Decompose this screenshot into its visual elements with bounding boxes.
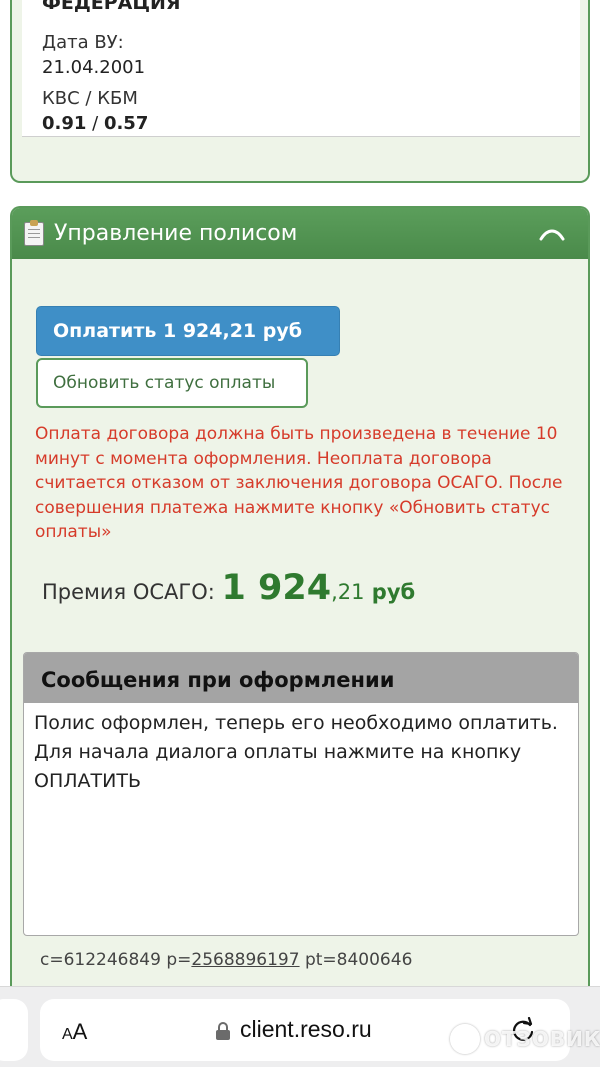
driver-info-card: ФЕДЕРАЦИЯ Дата ВУ: 21.04.2001 КВС / КБМ … xyxy=(10,0,590,183)
pay-button[interactable]: Оплатить 1 924,21 руб xyxy=(36,306,340,356)
country-value: ФЕДЕРАЦИЯ xyxy=(42,0,181,14)
kvs-kbm-value: 0.91 / 0.57 xyxy=(42,113,148,134)
chevron-up-icon[interactable] xyxy=(538,228,566,242)
text-size-button[interactable]: AA xyxy=(62,1019,87,1045)
messages-box: Сообщения при оформлении Полис оформлен,… xyxy=(23,652,579,936)
id-c: c=612246849 xyxy=(40,950,161,970)
message-line: Полис оформлен, теперь его необходимо оп… xyxy=(34,712,558,734)
payment-warning: Оплата договора должна быть произведена … xyxy=(35,424,563,542)
kvs-kbm-label: КВС / КБМ xyxy=(42,88,138,109)
watermark-logo-icon xyxy=(450,1024,480,1054)
url-text[interactable]: client.reso.ru xyxy=(240,1016,372,1043)
previous-tab[interactable] xyxy=(0,999,28,1061)
policy-title: Управление полисом xyxy=(54,221,298,246)
lock-icon xyxy=(216,1022,230,1040)
watermark: ОТЗОВИК xyxy=(450,1022,600,1056)
id-p-label: p= xyxy=(160,950,192,970)
watermark-text: ОТЗОВИК xyxy=(484,1027,600,1051)
policy-header[interactable]: Управление полисом xyxy=(12,208,588,259)
premium-amount-fraction: ,21 xyxy=(331,580,365,604)
page: ФЕДЕРАЦИЯ Дата ВУ: 21.04.2001 КВС / КБМ … xyxy=(0,0,600,1067)
id-pt: pt=8400646 xyxy=(299,950,413,970)
kvs-separator: / xyxy=(86,113,104,134)
messages-body: Полис оформлен, теперь его необходимо оп… xyxy=(24,703,578,802)
premium-osago: Премия ОСАГО: 1 924,21 руб xyxy=(42,568,415,608)
premium-currency: руб xyxy=(364,580,416,604)
kvs-value: 0.91 xyxy=(42,113,87,134)
policy-ids: c=612246849 p=2568896197 pt=8400646 xyxy=(40,950,412,970)
clipboard-icon xyxy=(24,219,44,246)
license-date-label: Дата ВУ: xyxy=(42,32,124,53)
license-date-value: 21.04.2001 xyxy=(42,57,146,78)
messages-title: Сообщения при оформлении xyxy=(24,653,578,703)
id-p-link[interactable]: 2568896197 xyxy=(191,950,299,970)
refresh-payment-status-button[interactable]: Обновить статус оплаты xyxy=(36,358,308,408)
premium-amount-integer: 1 924 xyxy=(221,568,332,608)
message-line: Для начала диалога оплаты нажмите на кно… xyxy=(34,741,522,792)
kbm-value: 0.57 xyxy=(103,113,149,134)
driver-info-panel: ФЕДЕРАЦИЯ Дата ВУ: 21.04.2001 КВС / КБМ … xyxy=(22,0,580,137)
policy-management-card: Управление полисом Оплатить 1 924,21 руб… xyxy=(10,206,590,1006)
premium-label: Премия ОСАГО: xyxy=(42,580,222,604)
